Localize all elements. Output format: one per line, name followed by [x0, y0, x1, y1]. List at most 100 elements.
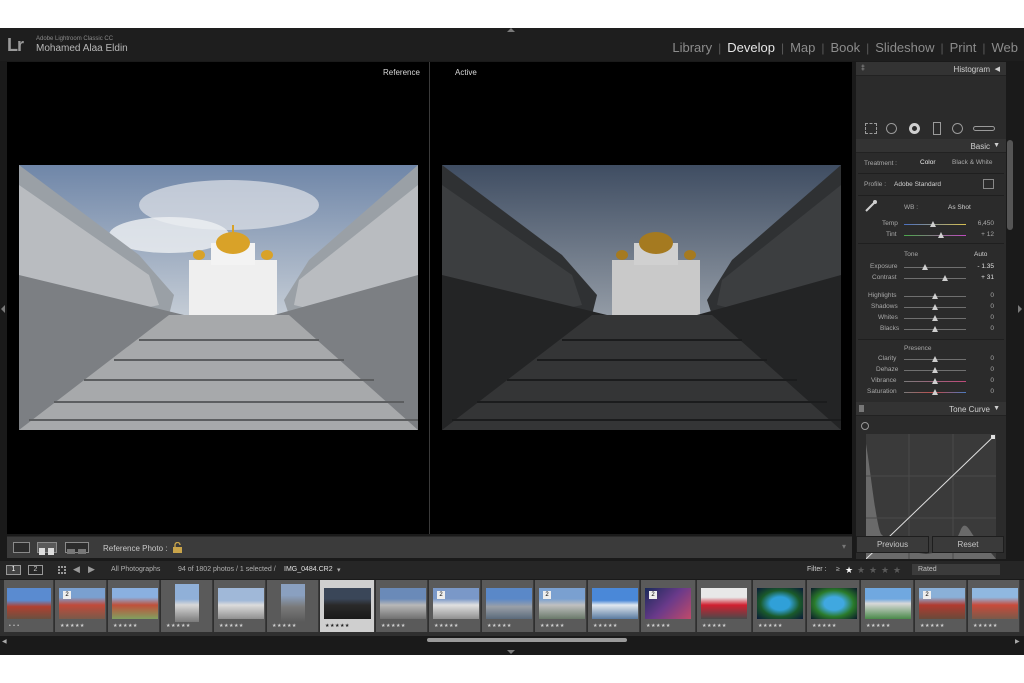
filmstrip-thumbnail[interactable]: ★★★★★	[214, 580, 266, 632]
filmstrip-thumbnail[interactable]: ★★★★★	[482, 580, 534, 632]
filmstrip-thumbnail[interactable]: ★★★★★	[807, 580, 860, 632]
collapse-left-panel-arrow-icon[interactable]	[1, 305, 5, 313]
filmstrip-scroll-right-icon[interactable]: ▶	[1015, 638, 1020, 645]
treatment-bw-option[interactable]: Black & White	[952, 159, 992, 166]
exposure-slider[interactable]	[904, 264, 966, 270]
basic-panel-header[interactable]: Basic ▼	[856, 139, 1006, 153]
targeted-adjustment-tool-icon[interactable]	[861, 422, 869, 430]
filter-star-5-icon[interactable]: ★	[893, 565, 901, 576]
previous-button[interactable]: Previous	[856, 536, 929, 553]
contrast-slider-knob[interactable]	[942, 275, 948, 281]
temp-value[interactable]: 6,450	[964, 220, 994, 227]
module-web[interactable]: Web	[992, 40, 1019, 55]
histogram-panel-header[interactable]: ‡ Histogram ◀	[856, 62, 1006, 76]
secondary-window-button[interactable]: 2	[28, 565, 43, 575]
module-develop[interactable]: Develop	[727, 40, 775, 55]
primary-window-button[interactable]: 1	[6, 565, 21, 575]
saturation-slider[interactable]	[904, 389, 966, 395]
highlights-slider-knob[interactable]	[932, 293, 938, 299]
graduated-filter-tool-icon[interactable]	[933, 122, 941, 135]
filter-star-2-icon[interactable]: ★	[857, 565, 865, 576]
dehaze-slider-knob[interactable]	[932, 367, 938, 373]
basic-collapse-triangle-icon[interactable]: ▼	[993, 142, 1000, 149]
highlights-slider[interactable]	[904, 293, 966, 299]
exposure-value[interactable]: - 1.35	[964, 263, 994, 270]
contrast-value[interactable]: + 31	[964, 274, 994, 281]
white-balance-eyedropper-icon[interactable]	[864, 199, 878, 218]
filmstrip-thumbnail[interactable]: ★★★★★	[753, 580, 806, 632]
tone-curve-collapse-triangle-icon[interactable]: ▼	[993, 405, 1000, 412]
shadows-slider-knob[interactable]	[932, 304, 938, 310]
filmstrip-scroll-left-icon[interactable]: ◀	[2, 638, 7, 645]
wb-select[interactable]: As Shot	[948, 204, 971, 211]
tint-value[interactable]: + 12	[964, 231, 994, 238]
temp-slider-knob[interactable]	[930, 221, 936, 227]
clarity-slider[interactable]	[904, 356, 966, 362]
reference-view-button[interactable]	[37, 542, 57, 555]
grid-view-icon[interactable]	[58, 566, 66, 574]
saturation-slider-knob[interactable]	[932, 389, 938, 395]
dehaze-slider[interactable]	[904, 367, 966, 373]
tint-slider[interactable]	[904, 232, 966, 238]
clarity-slider-knob[interactable]	[932, 356, 938, 362]
before-after-view-button[interactable]	[65, 542, 89, 554]
blacks-value[interactable]: 0	[964, 325, 994, 332]
filmstrip-thumbnail[interactable]: ★★★★★	[376, 580, 428, 632]
filmstrip-thumbnail[interactable]: 2 ★★★★★	[55, 580, 107, 632]
spot-removal-tool-icon[interactable]	[886, 123, 897, 134]
shadows-slider[interactable]	[904, 304, 966, 310]
filmstrip-thumbnail[interactable]: ★★★★★	[588, 580, 640, 632]
filmstrip-thumbnail[interactable]: ★★★★★	[108, 580, 160, 632]
reset-button[interactable]: Reset	[932, 536, 1004, 553]
filmstrip-thumbnail[interactable]: 2 ★★★★★	[429, 580, 481, 632]
collapse-top-panel-arrow-icon[interactable]	[507, 28, 515, 32]
collapse-right-panel-arrow-icon[interactable]	[1018, 305, 1022, 313]
toolbar-menu-chevron-icon[interactable]: ▾	[842, 542, 846, 551]
rating-operator[interactable]: ≥	[836, 566, 840, 573]
crop-overlay-tool-icon[interactable]	[865, 123, 877, 134]
red-eye-tool-icon[interactable]	[909, 123, 920, 134]
forward-arrow-icon[interactable]: ▶	[88, 564, 95, 575]
exposure-slider-knob[interactable]	[922, 264, 928, 270]
radial-filter-tool-icon[interactable]	[952, 123, 963, 134]
filename-chevron-icon[interactable]: ▾	[337, 566, 341, 574]
filmstrip-thumbnail[interactable]: • • •	[4, 580, 54, 632]
dehaze-value[interactable]: 0	[964, 366, 994, 373]
vibrance-value[interactable]: 0	[964, 377, 994, 384]
whites-value[interactable]: 0	[964, 314, 994, 321]
module-book[interactable]: Book	[830, 40, 860, 55]
collapse-filmstrip-arrow-icon[interactable]	[507, 650, 515, 654]
filter-star-4-icon[interactable]: ★	[881, 565, 889, 576]
back-arrow-icon[interactable]: ◀	[73, 564, 80, 575]
reference-photo[interactable]	[19, 165, 418, 430]
filter-preset-select[interactable]: Rated	[912, 564, 1000, 575]
blacks-slider[interactable]	[904, 326, 966, 332]
filmstrip-thumbnail[interactable]: 2 ★★★★★	[641, 580, 696, 632]
contrast-slider[interactable]	[904, 275, 966, 281]
filmstrip-thumbnail[interactable]: ★★★★★	[968, 580, 1020, 632]
filmstrip-thumbnail-selected[interactable]: ★★★★★	[320, 580, 375, 632]
whites-slider-knob[interactable]	[932, 315, 938, 321]
adjustment-brush-tool-icon[interactable]	[973, 126, 995, 131]
active-photo[interactable]	[442, 165, 841, 430]
histogram-lock-icon[interactable]: ‡	[861, 65, 865, 72]
module-slideshow[interactable]: Slideshow	[875, 40, 934, 55]
module-print[interactable]: Print	[950, 40, 977, 55]
vibrance-slider-knob[interactable]	[932, 378, 938, 384]
tone-curve-switch-icon[interactable]	[859, 405, 864, 412]
highlights-value[interactable]: 0	[964, 292, 994, 299]
filter-star-1-icon[interactable]: ★	[845, 565, 853, 576]
treatment-color-option[interactable]: Color	[920, 159, 936, 166]
whites-slider[interactable]	[904, 315, 966, 321]
filter-star-3-icon[interactable]: ★	[869, 565, 877, 576]
filmstrip-thumbnail[interactable]: ★★★★★	[861, 580, 914, 632]
histogram-collapse-triangle-icon[interactable]: ◀	[995, 65, 1000, 73]
filmstrip-thumbnail[interactable]: ★★★★★	[161, 580, 213, 632]
module-library[interactable]: Library	[672, 40, 712, 55]
filmstrip-thumbnail[interactable]: ★★★★★	[267, 580, 319, 632]
profile-select[interactable]: Adobe Standard	[894, 181, 941, 188]
right-panel-scrollbar[interactable]	[1007, 140, 1013, 230]
selected-filename[interactable]: IMG_0484.CR2	[284, 566, 333, 573]
filmstrip-scrollbar[interactable]	[427, 638, 627, 642]
temp-slider[interactable]	[904, 221, 966, 227]
